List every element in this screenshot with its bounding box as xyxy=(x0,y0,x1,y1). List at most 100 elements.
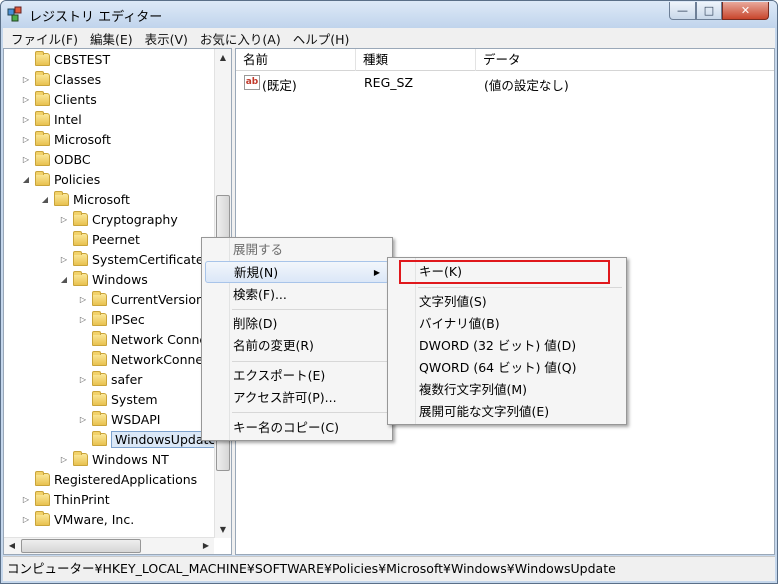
expand-arrow-icon[interactable]: ▷ xyxy=(59,255,69,264)
menu-file[interactable]: ファイル(F) xyxy=(5,29,84,48)
minimize-button[interactable]: — xyxy=(669,2,696,20)
column-data[interactable]: データ xyxy=(476,49,776,71)
column-type[interactable]: 種類 xyxy=(356,49,476,71)
expand-arrow-icon[interactable]: ▷ xyxy=(21,115,31,124)
expand-arrow-icon[interactable]: ▷ xyxy=(21,495,31,504)
folder-icon xyxy=(54,190,69,206)
tree-item-label: VMware, Inc. xyxy=(54,511,135,527)
menu-new[interactable]: 新規(N) ▶ xyxy=(205,261,389,283)
value-data: (値の設定なし) xyxy=(484,78,569,93)
tree-item-label: Intel xyxy=(54,111,82,127)
tree-item-label: WSDAPI xyxy=(111,411,161,427)
tree-item[interactable]: ◢ Policies xyxy=(21,169,100,189)
tree-item[interactable]: Peernet xyxy=(59,229,140,249)
maximize-button[interactable]: □ xyxy=(696,2,722,20)
tree-item[interactable]: WindowsUpdate xyxy=(78,429,221,449)
tree-item-label: Windows NT xyxy=(92,451,169,467)
menu-help[interactable]: ヘルプ(H) xyxy=(287,29,356,48)
expand-arrow-icon[interactable]: ▷ xyxy=(78,315,88,324)
tree-item[interactable]: ▷ WSDAPI xyxy=(78,409,160,429)
menu-permissions[interactable]: アクセス許可(P)... xyxy=(205,387,389,409)
close-button[interactable]: ✕ xyxy=(722,2,769,20)
tree-horizontal-scrollbar[interactable]: ◀ ▶ xyxy=(4,537,214,554)
menu-edit[interactable]: 編集(E) xyxy=(84,29,139,48)
tree-item[interactable]: ◢ Windows xyxy=(59,269,148,289)
status-bar: コンピューター¥HKEY_LOCAL_MACHINE¥SOFTWARE¥Poli… xyxy=(3,556,775,581)
submenu-string-value[interactable]: 文字列値(S) xyxy=(391,291,623,313)
folder-icon xyxy=(92,330,107,346)
tree-item[interactable]: CBSTEST xyxy=(21,49,110,69)
tree-item[interactable]: ▷ Intel xyxy=(21,109,82,129)
folder-icon xyxy=(73,270,88,286)
tree-item[interactable]: ▷ ThinPrint xyxy=(21,489,110,509)
expand-arrow-icon[interactable]: ▷ xyxy=(78,295,88,304)
tree-item[interactable]: ▷ safer xyxy=(78,369,142,389)
list-header: 名前 種類 データ xyxy=(236,49,774,71)
expand-arrow-icon[interactable]: ▷ xyxy=(78,375,88,384)
folder-icon xyxy=(35,490,50,506)
folder-icon xyxy=(35,170,50,186)
tree-item[interactable]: ▷ IPSec xyxy=(78,309,145,329)
registry-editor-icon xyxy=(7,6,22,22)
expand-arrow-icon[interactable]: ▷ xyxy=(21,515,31,524)
collapse-arrow-icon[interactable]: ◢ xyxy=(21,175,31,184)
window-title: レジストリ エディター xyxy=(29,10,163,25)
menu-view[interactable]: 表示(V) xyxy=(139,29,194,48)
scroll-left-arrow-icon[interactable]: ◀ xyxy=(4,538,20,554)
tree-item[interactable]: ▷ Windows NT xyxy=(59,449,169,469)
menu-separator xyxy=(418,287,622,288)
tree-item[interactable]: ▷ VMware, Inc. xyxy=(21,509,134,529)
tree-item-label: Peernet xyxy=(92,231,140,247)
menu-rename[interactable]: 名前の変更(R) xyxy=(205,335,389,357)
expand-arrow-icon[interactable]: ▷ xyxy=(21,95,31,104)
tree-item[interactable]: ▷ ODBC xyxy=(21,149,91,169)
collapse-arrow-icon[interactable]: ◢ xyxy=(40,195,50,204)
column-name[interactable]: 名前 xyxy=(236,49,356,71)
expand-arrow-icon[interactable]: ▷ xyxy=(59,215,69,224)
highlight-box xyxy=(399,260,610,284)
tree-item-label: Classes xyxy=(54,71,102,87)
submenu-expandable-string-value[interactable]: 展開可能な文字列値(E) xyxy=(391,401,623,423)
tree-item[interactable]: RegisteredApplications xyxy=(21,469,197,489)
tree-item[interactable]: ▷ Classes xyxy=(21,69,101,89)
tree-item[interactable]: NetworkConnec xyxy=(78,349,210,369)
expand-arrow-icon[interactable]: ▷ xyxy=(21,75,31,84)
tree-item[interactable]: ▷ Cryptography xyxy=(59,209,178,229)
menu-favorites[interactable]: お気に入り(A) xyxy=(194,29,287,48)
expand-arrow-icon[interactable]: ▷ xyxy=(59,455,69,464)
submenu-multi-string-value[interactable]: 複数行文字列値(M) xyxy=(391,379,623,401)
title-bar[interactable]: レジストリ エディター — □ ✕ xyxy=(1,1,777,28)
tree-item[interactable]: ▷ SystemCertificates xyxy=(59,249,210,269)
tree-item[interactable]: ◢ Microsoft xyxy=(40,189,130,209)
tree-item[interactable]: ▷ Microsoft xyxy=(21,129,111,149)
submenu-dword-value[interactable]: DWORD (32 ビット) 値(D) xyxy=(391,335,623,357)
tree-item-label: Network Conne xyxy=(111,331,208,347)
tree-item[interactable]: System xyxy=(78,389,158,409)
menu-export[interactable]: エクスポート(E) xyxy=(205,365,389,387)
scroll-down-arrow-icon[interactable]: ▼ xyxy=(215,521,231,538)
string-value-icon: ab xyxy=(244,75,260,90)
list-row[interactable]: ab (既定) REG_SZ (値の設定なし) xyxy=(236,73,774,93)
expand-arrow-icon[interactable]: ▷ xyxy=(78,415,88,424)
scroll-right-arrow-icon[interactable]: ▶ xyxy=(198,538,214,554)
menu-expand[interactable]: 展開する xyxy=(205,239,389,261)
menu-delete[interactable]: 削除(D) xyxy=(205,313,389,335)
tree-item[interactable]: ▷ Clients xyxy=(21,89,97,109)
tree-item[interactable]: Network Conne xyxy=(78,329,207,349)
expand-arrow-icon[interactable]: ▷ xyxy=(21,155,31,164)
tree-item-label: ODBC xyxy=(54,151,91,167)
scroll-up-arrow-icon[interactable]: ▲ xyxy=(215,49,231,66)
tree-item[interactable]: ▷ CurrentVersion xyxy=(78,289,204,309)
expand-arrow-icon[interactable]: ▷ xyxy=(21,135,31,144)
menu-copy-key-name[interactable]: キー名のコピー(C) xyxy=(205,417,389,439)
collapse-arrow-icon[interactable]: ◢ xyxy=(59,275,69,284)
tree-item-label: System xyxy=(111,391,158,407)
horizontal-scroll-thumb[interactable] xyxy=(21,539,141,553)
folder-icon xyxy=(73,210,88,226)
submenu-binary-value[interactable]: バイナリ値(B) xyxy=(391,313,623,335)
folder-icon xyxy=(92,430,107,446)
submenu-qword-value[interactable]: QWORD (64 ビット) 値(Q) xyxy=(391,357,623,379)
tree-item-label: ThinPrint xyxy=(54,491,110,507)
menu-find[interactable]: 検索(F)... xyxy=(205,284,389,306)
new-submenu: キー(K) 文字列値(S) バイナリ値(B) DWORD (32 ビット) 値(… xyxy=(387,257,627,425)
